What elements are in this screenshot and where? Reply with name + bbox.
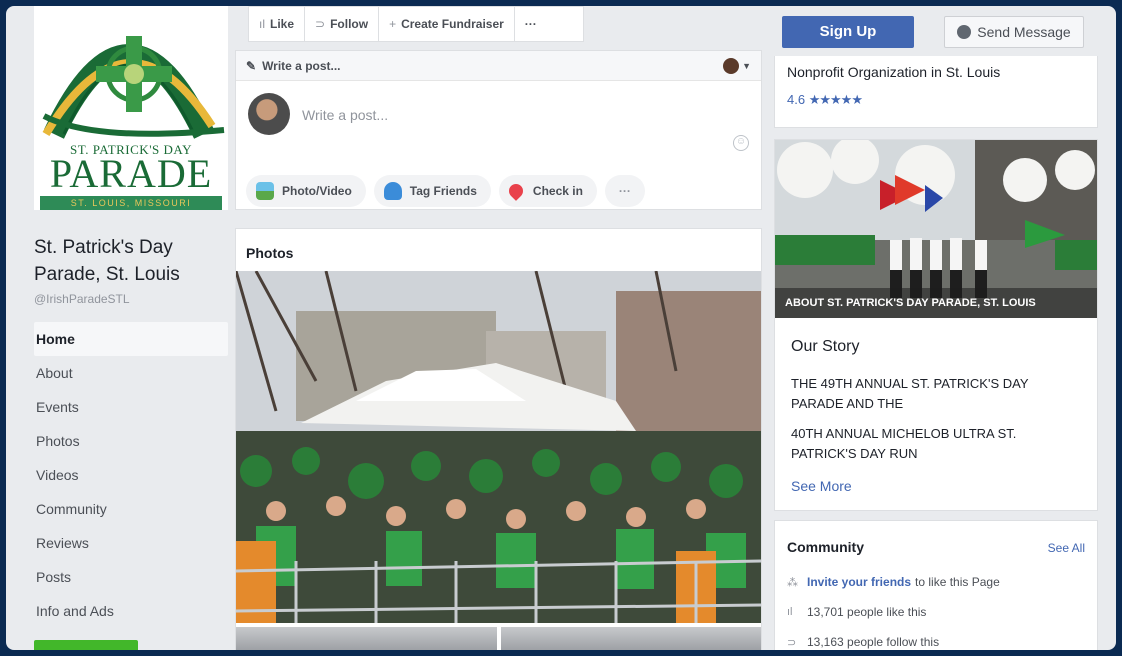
- tag-friends-label: Tag Friends: [409, 184, 477, 198]
- community-heading[interactable]: Community: [787, 539, 864, 555]
- follow-button[interactable]: ⊃ Follow: [305, 7, 380, 41]
- photos-section-title[interactable]: Photos: [246, 245, 293, 261]
- create-fundraiser-button[interactable]: + Create Fundraiser: [379, 7, 515, 41]
- likes-count: 13,701 people like this: [807, 605, 927, 619]
- invite-friends-text: to like this Page: [915, 575, 1000, 589]
- about-photo[interactable]: ABOUT ST. PATRICK'S DAY PARADE, ST. LOUI…: [775, 140, 1097, 318]
- photo-thumbnails: [236, 627, 761, 650]
- check-in-label: Check in: [532, 184, 583, 198]
- tag-friends-icon: [383, 182, 402, 200]
- about-photo-caption: ABOUT ST. PATRICK'S DAY PARADE, ST. LOUI…: [775, 288, 1097, 318]
- sidebar-item-info-and-ads[interactable]: Info and Ads: [34, 594, 228, 628]
- sidebar-item-about[interactable]: About: [34, 356, 228, 390]
- page-logo[interactable]: ST. PATRICK'S DAY PARADE ST. LOUIS, MISS…: [34, 6, 228, 210]
- arch-cross-icon: [42, 36, 225, 139]
- sign-up-button[interactable]: Sign Up: [782, 16, 914, 48]
- thumbs-up-icon: ıl: [259, 17, 265, 31]
- browser-frame: ST. PATRICK'S DAY PARADE ST. LOUIS, MISS…: [6, 6, 1116, 650]
- photo-video-label: Photo/Video: [282, 184, 352, 198]
- like-label: Like: [270, 17, 295, 31]
- follow-label: Follow: [330, 17, 369, 31]
- likes-count-row: ıl 13,701 people like this: [787, 605, 926, 619]
- location-pin-icon: [506, 181, 526, 201]
- photo-thumbnail[interactable]: [500, 627, 761, 650]
- post-as-selector[interactable]: ▼: [723, 57, 751, 74]
- follows-count-row: ⊃ 13,163 people follow this: [787, 635, 939, 649]
- page-action-bar: ıl Like ⊃ Follow + Create Fundraiser ···: [248, 6, 584, 42]
- about-card: ABOUT ST. PATRICK'S DAY PARADE, ST. LOUI…: [774, 139, 1098, 511]
- send-message-button[interactable]: Send Message: [944, 16, 1084, 48]
- page-title[interactable]: St. Patrick's Day Parade, St. Louis: [34, 234, 224, 288]
- story-text: THE 49TH ANNUAL ST. PATRICK'S DAY PARADE…: [791, 376, 1029, 411]
- sidebar-item-reviews[interactable]: Reviews: [34, 526, 228, 560]
- invite-friends-link[interactable]: Invite your friends: [807, 575, 911, 589]
- page-category[interactable]: Nonprofit Organization in St. Louis: [787, 64, 1000, 80]
- sidebar-item-events[interactable]: Events: [34, 390, 228, 424]
- community-card: Community See All ⁂ Invite your friends …: [774, 520, 1098, 650]
- fundraiser-label: Create Fundraiser: [401, 17, 504, 31]
- composer-header[interactable]: ✎ Write a post... ▼: [236, 51, 761, 81]
- page-rating[interactable]: 4.6 ★★★★★: [787, 92, 863, 108]
- sidebar-item-photos[interactable]: Photos: [34, 424, 228, 458]
- page-info-card: Nonprofit Organization in St. Louis 4.6 …: [774, 56, 1098, 128]
- emoji-icon[interactable]: ☺: [733, 135, 749, 151]
- sidebar-item-home[interactable]: Home: [34, 322, 228, 356]
- invite-friends-row: ⁂ Invite your friends to like this Page: [787, 575, 1000, 589]
- logo-text-parade: PARADE: [49, 151, 213, 196]
- check-in-button[interactable]: Check in: [498, 175, 597, 207]
- like-button[interactable]: ıl Like: [249, 7, 306, 41]
- rating-value: 4.6: [787, 92, 806, 107]
- tag-friends-button[interactable]: Tag Friends: [373, 175, 491, 207]
- thumbs-up-icon: ıl: [787, 606, 793, 618]
- photo-thumbnail[interactable]: [236, 627, 497, 650]
- see-all-link[interactable]: See All: [1048, 541, 1085, 555]
- composer-body[interactable]: Write a post... ☺: [236, 81, 761, 161]
- sidebar-item-posts[interactable]: Posts: [34, 560, 228, 594]
- composer-actions: Photo/Video Tag Friends Check in ···: [246, 175, 645, 207]
- our-story-heading: Our Story: [791, 338, 860, 355]
- photo-video-button[interactable]: Photo/Video: [246, 175, 366, 207]
- more-options-button[interactable]: ···: [515, 7, 547, 41]
- crowd-photo-image: [236, 271, 761, 623]
- sidebar-item-community[interactable]: Community: [34, 492, 228, 526]
- avatar: [248, 93, 290, 135]
- logo-text-location: ST. LOUIS, MISSOURI: [40, 196, 222, 210]
- invite-friends-icon: ⁂: [787, 576, 798, 589]
- messenger-icon: [957, 25, 972, 39]
- story-text: 40TH ANNUAL MICHELOB ULTRA ST. PATRICK'S…: [791, 426, 1017, 461]
- create-page-button[interactable]: [34, 640, 138, 650]
- left-column: ST. PATRICK'S DAY PARADE ST. LOUIS, MISS…: [6, 6, 228, 650]
- pencil-icon: ✎: [246, 58, 257, 73]
- page-username[interactable]: @IrishParadeSTL: [34, 292, 130, 306]
- composer-more-button[interactable]: ···: [604, 175, 645, 207]
- dropdown-caret-icon: ▼: [742, 60, 751, 71]
- page-avatar-icon: [723, 57, 740, 74]
- composer-header-label: Write a post...: [262, 58, 341, 73]
- photo-icon: [256, 182, 274, 200]
- rating-stars-icon: ★★★★★: [808, 92, 863, 107]
- see-more-link[interactable]: See More: [791, 478, 852, 494]
- post-input[interactable]: Write a post...: [302, 107, 388, 123]
- follows-count: 13,163 people follow this: [807, 635, 940, 649]
- rss-icon: ⊃: [787, 636, 797, 649]
- sidebar-item-videos[interactable]: Videos: [34, 458, 228, 492]
- photos-card: Photos: [235, 228, 762, 650]
- rss-icon: ⊃: [315, 17, 326, 31]
- plus-icon: +: [389, 17, 397, 31]
- send-message-label: Send Message: [977, 24, 1071, 40]
- featured-photo[interactable]: [236, 271, 761, 623]
- sidebar-nav: Home About Events Photos Videos Communit…: [34, 322, 228, 628]
- composer-card: ✎ Write a post... ▼ Write a post... ☺ Ph…: [235, 50, 762, 210]
